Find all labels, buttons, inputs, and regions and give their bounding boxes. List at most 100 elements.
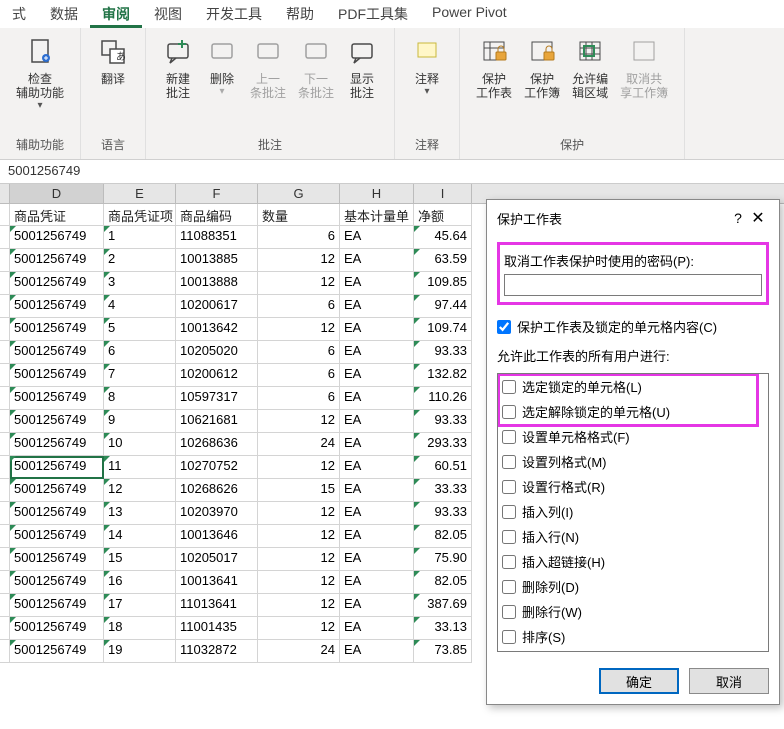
cell[interactable]: 4 bbox=[104, 295, 176, 318]
cell[interactable]: 12 bbox=[258, 571, 340, 594]
permission-option[interactable]: 选定锁定的单元格(L) bbox=[498, 374, 768, 399]
cell[interactable]: EA bbox=[340, 272, 414, 295]
cell[interactable]: 75.90 bbox=[414, 548, 472, 571]
cell[interactable]: EA bbox=[340, 410, 414, 433]
cell[interactable]: 33.33 bbox=[414, 479, 472, 502]
cell[interactable]: 5001256749 bbox=[10, 617, 104, 640]
cell[interactable]: 45.64 bbox=[414, 226, 472, 249]
ribbon-tab-4[interactable]: 开发工具 bbox=[194, 0, 274, 28]
allow-edit-ranges-button[interactable]: 允许编 辑区域 bbox=[566, 32, 614, 104]
cell[interactable]: 5001256749 bbox=[10, 295, 104, 318]
header-cell[interactable]: 基本计量单 bbox=[340, 204, 414, 226]
cell[interactable]: 10013641 bbox=[176, 571, 258, 594]
cell[interactable]: 5001256749 bbox=[10, 548, 104, 571]
cell[interactable]: 5001256749 bbox=[10, 456, 104, 479]
header-cell[interactable]: 商品编码 bbox=[176, 204, 258, 226]
cell[interactable]: 1 bbox=[104, 226, 176, 249]
cell[interactable]: EA bbox=[340, 249, 414, 272]
cell[interactable]: 10205020 bbox=[176, 341, 258, 364]
cell[interactable]: 10013646 bbox=[176, 525, 258, 548]
cell[interactable]: 12 bbox=[258, 548, 340, 571]
permission-checkbox[interactable] bbox=[502, 530, 516, 544]
cell[interactable]: 12 bbox=[258, 272, 340, 295]
cell[interactable]: 6 bbox=[258, 387, 340, 410]
cell[interactable]: 10205017 bbox=[176, 548, 258, 571]
cell[interactable]: EA bbox=[340, 387, 414, 410]
ok-button[interactable]: 确定 bbox=[599, 668, 679, 694]
cell[interactable]: EA bbox=[340, 479, 414, 502]
cell[interactable]: 82.05 bbox=[414, 525, 472, 548]
cell[interactable]: 60.51 bbox=[414, 456, 472, 479]
cell[interactable]: 10 bbox=[104, 433, 176, 456]
cell[interactable]: 12 bbox=[104, 479, 176, 502]
cell[interactable]: 132.82 bbox=[414, 364, 472, 387]
cell[interactable]: 6 bbox=[104, 341, 176, 364]
cell[interactable]: 387.69 bbox=[414, 594, 472, 617]
cell[interactable]: 5001256749 bbox=[10, 571, 104, 594]
cell[interactable]: 12 bbox=[258, 318, 340, 341]
cell[interactable]: 63.59 bbox=[414, 249, 472, 272]
cell[interactable]: 7 bbox=[104, 364, 176, 387]
cell[interactable]: 5001256749 bbox=[10, 318, 104, 341]
cell[interactable]: 10268636 bbox=[176, 433, 258, 456]
permission-option[interactable]: 插入列(I) bbox=[498, 499, 768, 524]
help-button[interactable]: ? bbox=[729, 210, 747, 226]
cell[interactable]: EA bbox=[340, 318, 414, 341]
cell[interactable]: 5001256749 bbox=[10, 410, 104, 433]
cell[interactable]: 5001256749 bbox=[10, 525, 104, 548]
protect-sheet-button[interactable]: 保护 工作表 bbox=[470, 32, 518, 104]
cell[interactable]: 2 bbox=[104, 249, 176, 272]
permission-checkbox[interactable] bbox=[502, 505, 516, 519]
new-comment-button[interactable]: 新建 批注 bbox=[156, 32, 200, 104]
cell[interactable]: 109.85 bbox=[414, 272, 472, 295]
formula-bar[interactable]: 5001256749 bbox=[0, 160, 784, 184]
cell[interactable]: 5001256749 bbox=[10, 387, 104, 410]
permission-option[interactable]: 设置单元格格式(F) bbox=[498, 424, 768, 449]
cell[interactable]: 10203970 bbox=[176, 502, 258, 525]
cell[interactable]: 5 bbox=[104, 318, 176, 341]
cell[interactable]: 5001256749 bbox=[10, 479, 104, 502]
cell[interactable]: 6 bbox=[258, 295, 340, 318]
cell[interactable]: 17 bbox=[104, 594, 176, 617]
cell[interactable]: 11001435 bbox=[176, 617, 258, 640]
cell[interactable]: 12 bbox=[258, 456, 340, 479]
cell[interactable]: 24 bbox=[258, 640, 340, 663]
cell[interactable]: 12 bbox=[258, 249, 340, 272]
cell[interactable]: 293.33 bbox=[414, 433, 472, 456]
cell[interactable]: 6 bbox=[258, 364, 340, 387]
cell[interactable]: 10597317 bbox=[176, 387, 258, 410]
cell[interactable]: 93.33 bbox=[414, 410, 472, 433]
permission-option[interactable]: 选定解除锁定的单元格(U) bbox=[498, 399, 768, 424]
cell[interactable]: 5001256749 bbox=[10, 364, 104, 387]
cell[interactable]: 11088351 bbox=[176, 226, 258, 249]
col-header-E[interactable]: E bbox=[104, 184, 176, 203]
permission-checkbox[interactable] bbox=[502, 630, 516, 644]
cell[interactable]: 93.33 bbox=[414, 341, 472, 364]
unshare-workbook-button[interactable]: 取消共 享工作簿 bbox=[614, 32, 674, 104]
password-input[interactable] bbox=[504, 274, 762, 296]
permission-checkbox[interactable] bbox=[502, 580, 516, 594]
cell[interactable]: EA bbox=[340, 548, 414, 571]
cell[interactable]: 110.26 bbox=[414, 387, 472, 410]
protect-content-checkbox[interactable]: 保护工作表及锁定的单元格内容(C) bbox=[497, 317, 769, 336]
cell[interactable]: 13 bbox=[104, 502, 176, 525]
translate-button[interactable]: あ 翻译 bbox=[91, 32, 135, 90]
cell[interactable]: EA bbox=[340, 456, 414, 479]
permissions-listbox[interactable]: 选定锁定的单元格(L)选定解除锁定的单元格(U)设置单元格格式(F)设置列格式(… bbox=[497, 373, 769, 652]
cell[interactable]: 5001256749 bbox=[10, 594, 104, 617]
cell[interactable]: 12 bbox=[258, 502, 340, 525]
col-header-D[interactable]: D bbox=[10, 184, 104, 203]
permission-option[interactable]: 排序(S) bbox=[498, 624, 768, 649]
header-cell[interactable]: 净额 bbox=[414, 204, 472, 226]
permission-option[interactable]: 删除列(D) bbox=[498, 574, 768, 599]
cell[interactable]: EA bbox=[340, 640, 414, 663]
col-header-G[interactable]: G bbox=[258, 184, 340, 203]
cell[interactable]: 14 bbox=[104, 525, 176, 548]
permission-option[interactable]: 删除行(W) bbox=[498, 599, 768, 624]
permission-option[interactable]: 设置行格式(R) bbox=[498, 474, 768, 499]
cell[interactable]: 19 bbox=[104, 640, 176, 663]
permission-option[interactable]: 插入行(N) bbox=[498, 524, 768, 549]
col-header-H[interactable]: H bbox=[340, 184, 414, 203]
ribbon-tab-0[interactable]: 式 bbox=[0, 0, 38, 28]
cell[interactable]: 11032872 bbox=[176, 640, 258, 663]
